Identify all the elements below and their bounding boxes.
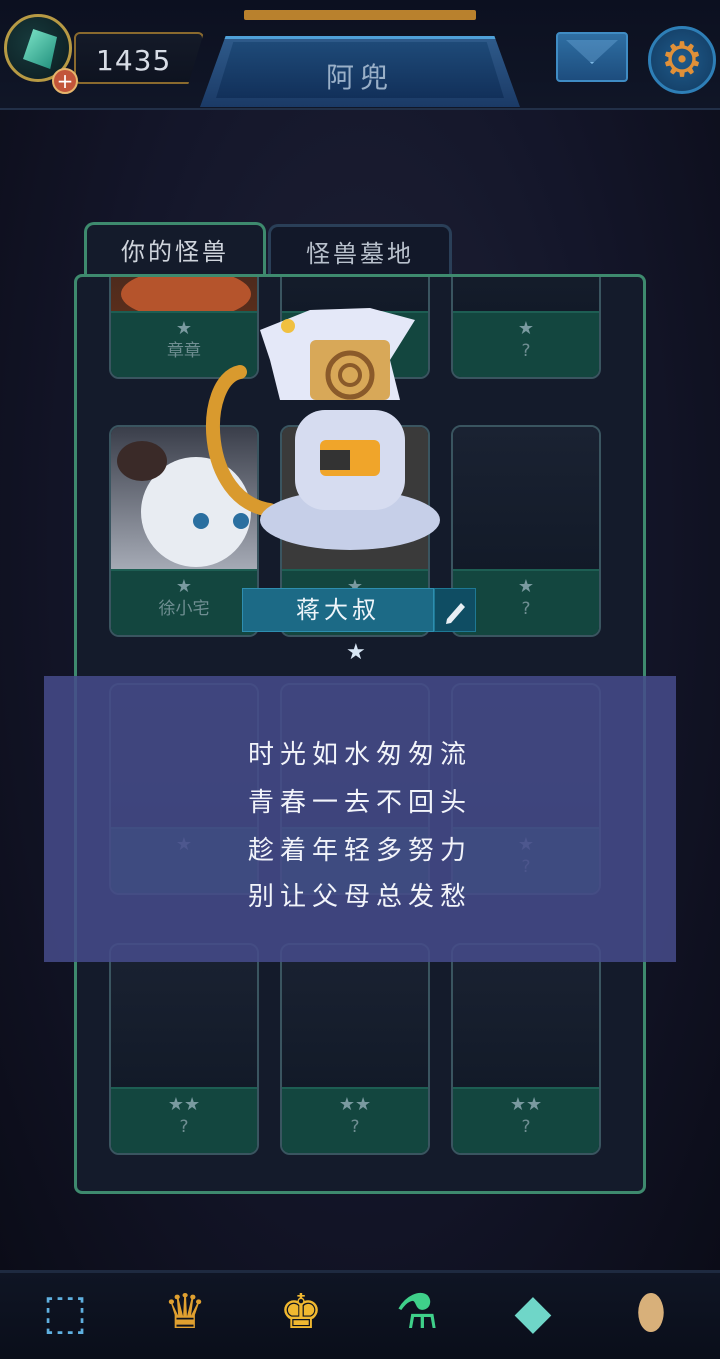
card-footer: ★ ?: [453, 311, 599, 377]
pencil-icon: [446, 603, 465, 624]
monster-card[interactable]: ★★ ?: [280, 943, 430, 1155]
card-name: ?: [350, 1117, 360, 1137]
egg-icon: ⬮: [635, 1284, 667, 1340]
card-name: ?: [521, 341, 531, 361]
trophy-icon: ♛: [163, 1284, 207, 1340]
potion-icon: ⚗: [395, 1284, 439, 1340]
currency-value: 1435: [96, 44, 172, 77]
card-name: ?: [179, 1117, 189, 1137]
page-title: 阿兜: [325, 61, 394, 94]
card-stars: ★: [517, 318, 535, 339]
tab-monster-graveyard[interactable]: 怪兽墓地: [268, 224, 452, 280]
shop-button[interactable]: ◆: [478, 1280, 588, 1356]
card-stars: ★: [175, 576, 193, 597]
poem-line: 别让父母总发愁: [247, 882, 472, 912]
card-art: [111, 945, 257, 1091]
poem-line: 趁着年轻多努力: [247, 836, 472, 866]
card-stars: ★★: [338, 1094, 372, 1115]
add-currency-button[interactable]: +: [52, 68, 78, 94]
card-art: [453, 427, 599, 573]
monster-name-plate: 蒋大叔: [242, 588, 434, 632]
monster-card[interactable]: ★★ ?: [109, 943, 259, 1155]
tab-your-monsters[interactable]: 你的怪兽: [84, 222, 266, 278]
monster-card[interactable]: ★ ?: [451, 277, 601, 379]
card-art: [453, 277, 599, 315]
poem-line: 青春一去不回头: [247, 788, 472, 818]
edit-name-button[interactable]: [434, 588, 476, 632]
card-art: [282, 945, 428, 1091]
trophy-button[interactable]: ♛: [130, 1280, 240, 1356]
potion-button[interactable]: ⚗: [362, 1280, 472, 1356]
monster-star-rating: ★: [346, 640, 366, 665]
egg-button[interactable]: ⬮: [596, 1280, 706, 1356]
gem-icon: [23, 29, 57, 69]
map-icon: ⬚: [42, 1284, 88, 1340]
shop-gem-icon: ◆: [514, 1284, 552, 1340]
map-button[interactable]: ⬚: [10, 1280, 120, 1356]
monster-card[interactable]: ★★ ?: [451, 943, 601, 1155]
card-footer: ★★ ?: [453, 1087, 599, 1153]
card-name: ?: [521, 1117, 531, 1137]
card-stars: ★★: [509, 1094, 543, 1115]
crown-button[interactable]: ♚: [246, 1280, 356, 1356]
card-name: 徐小宅: [158, 599, 210, 619]
card-footer: ★★ ?: [111, 1087, 257, 1153]
card-stars: ★★: [167, 1094, 201, 1115]
monster-character[interactable]: [200, 300, 470, 560]
poem-overlay[interactable]: 时光如水匆匆流 青春一去不回头 趁着年轻多努力 别让父母总发愁: [44, 676, 676, 962]
gear-icon: ⚙: [660, 32, 704, 88]
top-ornament: [244, 10, 476, 20]
crown-icon: ♚: [279, 1284, 323, 1340]
poem-line: 时光如水匆匆流: [247, 740, 472, 770]
card-footer: ★★ ?: [282, 1087, 428, 1153]
card-footer: ★ 徐小宅: [111, 569, 257, 635]
card-art: [453, 945, 599, 1091]
